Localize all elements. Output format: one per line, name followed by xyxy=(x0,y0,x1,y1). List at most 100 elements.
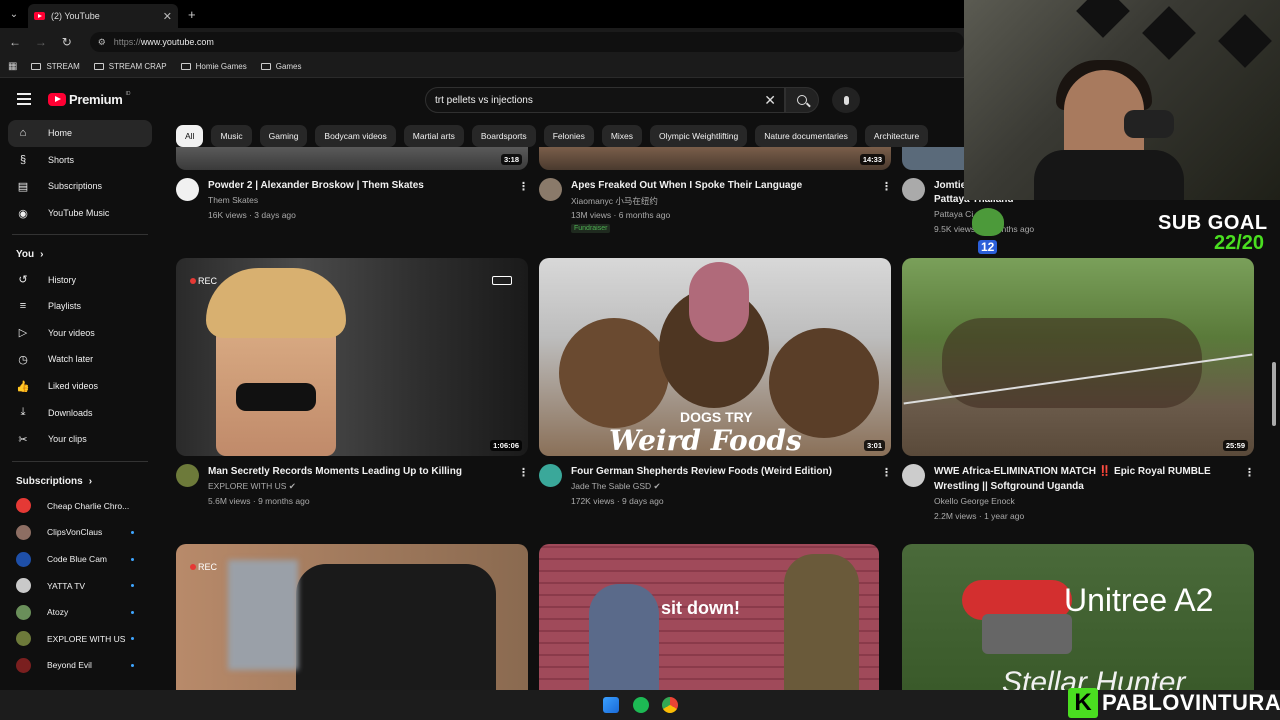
windows-start-icon[interactable] xyxy=(603,697,619,713)
sidebar-item-liked-videos[interactable]: 👍 Liked videos xyxy=(8,373,152,400)
search-button[interactable] xyxy=(785,87,819,113)
filter-chips: All Music Gaming Bodycam videos Martial arts… xyxy=(176,125,964,147)
page-scrollbar[interactable] xyxy=(1272,362,1276,426)
bookmark-games[interactable]: Games xyxy=(260,62,302,71)
subscription-item[interactable]: ClipsVonClaus xyxy=(0,519,160,546)
new-tab-button[interactable]: + xyxy=(188,7,196,22)
spotify-icon[interactable] xyxy=(633,697,649,713)
chip-architecture[interactable]: Architecture xyxy=(864,125,929,147)
video-thumbnail[interactable]: 25:59 xyxy=(902,258,1254,456)
sidebar-item-youtube-music[interactable]: ◉ YouTube Music xyxy=(8,200,152,227)
sidebar-item-playlists[interactable]: ≡ Playlists xyxy=(8,293,152,320)
reload-icon[interactable]: ↻ xyxy=(60,35,74,49)
sidebar-item-history[interactable]: ↺ History xyxy=(8,266,152,293)
channel-name[interactable]: Xiaomanyc 小马在纽约 xyxy=(571,195,658,207)
channel-avatar[interactable] xyxy=(176,178,199,201)
video-thumbnail[interactable]: sit down! xyxy=(539,544,879,690)
channel-avatar[interactable] xyxy=(902,178,925,201)
subscription-item[interactable]: Code Blue Cam xyxy=(0,546,160,573)
video-title[interactable]: Apes Freaked Out When I Spoke Their Lang… xyxy=(571,178,871,193)
video-thumbnail[interactable]: REC 1:06:06 xyxy=(176,258,528,456)
video-thumbnail[interactable] xyxy=(902,147,964,170)
subscription-name: ClipsVonClaus xyxy=(47,527,103,538)
apps-grid-icon[interactable]: ▦ xyxy=(8,61,17,72)
channel-avatar xyxy=(16,631,31,647)
subscription-item[interactable]: Atozy xyxy=(0,599,160,626)
sidebar-item-your-videos[interactable]: ▷ Your videos xyxy=(8,320,152,347)
browser-tab-bar: ⌄ (2) YouTube ✕ + xyxy=(0,0,964,28)
chip-martial-arts[interactable]: Martial arts xyxy=(403,125,464,147)
tab-close-icon[interactable]: ✕ xyxy=(163,10,172,23)
channel-name[interactable]: Pattaya Ci xyxy=(934,209,973,219)
forward-arrow-icon[interactable]: → xyxy=(34,35,48,49)
video-thumbnail[interactable]: 14:33 xyxy=(539,147,891,170)
channel-avatar[interactable] xyxy=(539,464,562,487)
subscription-item[interactable]: Cheap Charlie Chro... xyxy=(0,493,160,520)
sidebar-item-downloads[interactable]: ⤓ Downloads xyxy=(8,399,152,426)
site-info-icon[interactable]: ⚙ xyxy=(98,37,106,48)
voice-search-button[interactable] xyxy=(832,87,860,113)
chip-felonies[interactable]: Felonies xyxy=(543,125,594,147)
menu-icon[interactable] xyxy=(17,93,31,105)
bookmark-homie-games[interactable]: Homie Games xyxy=(180,62,247,71)
chrome-icon[interactable] xyxy=(662,697,678,713)
chip-nature-documentaries[interactable]: Nature documentaries xyxy=(755,125,857,147)
channel-name[interactable]: Jade The Sable GSD ✔ xyxy=(571,481,661,492)
bookmark-stream-crap[interactable]: STREAM CRAP xyxy=(93,62,167,71)
more-options-icon[interactable]: ⋮ xyxy=(518,466,529,479)
video-thumbnail[interactable]: 3:18 xyxy=(176,147,528,170)
channel-avatar[interactable] xyxy=(539,178,562,201)
youtube-premium-logo[interactable]: Premium ID xyxy=(48,91,131,107)
sidebar-item-your-clips[interactable]: ✂ Your clips xyxy=(8,426,152,453)
chip-boardsports[interactable]: Boardsports xyxy=(471,125,536,147)
thumbnail-dog xyxy=(559,318,669,428)
subscription-item[interactable]: EXPLORE WITH US xyxy=(0,626,160,653)
video-duration: 25:59 xyxy=(1222,440,1248,451)
streamer-microphone xyxy=(1124,110,1174,138)
sidebar-subscriptions-heading[interactable]: Subscriptions › xyxy=(0,470,160,493)
search-input[interactable]: trt pellets vs injections ✕ xyxy=(425,87,785,113)
chip-mixes[interactable]: Mixes xyxy=(601,125,643,147)
sidebar-item-subscriptions[interactable]: ▤ Subscriptions xyxy=(8,173,152,200)
rec-indicator: REC xyxy=(198,276,218,286)
chip-bodycam-videos[interactable]: Bodycam videos xyxy=(315,125,396,147)
back-arrow-icon[interactable]: ← xyxy=(8,35,22,49)
sidebar-item-shorts[interactable]: § Shorts xyxy=(8,147,152,174)
video-title[interactable]: Four German Shepherds Review Foods (Weir… xyxy=(571,464,871,479)
sidebar-item-label: Home xyxy=(48,128,73,139)
subscription-item[interactable]: YATTA TV xyxy=(0,572,160,599)
chip-gaming[interactable]: Gaming xyxy=(259,125,308,147)
clear-search-icon[interactable]: ✕ xyxy=(764,92,776,109)
sidebar-item-home[interactable]: ⌂ Home xyxy=(8,120,152,147)
video-title[interactable]: Man Secretly Records Moments Leading Up … xyxy=(208,464,508,479)
channel-avatar[interactable] xyxy=(176,464,199,487)
thumbnail-overlay: sit down! xyxy=(661,598,740,618)
sidebar-item-watch-later[interactable]: ◷ Watch later xyxy=(8,346,152,373)
sidebar-item-label: Your clips xyxy=(48,434,87,445)
channel-name[interactable]: Them Skates xyxy=(208,195,258,205)
video-thumbnail[interactable]: Unitree A2 Stellar Hunter xyxy=(902,544,1254,690)
chip-all[interactable]: All xyxy=(176,125,204,147)
video-thumbnail[interactable]: DOGS TRY Weird Foods 3:01 xyxy=(539,258,891,456)
chip-music[interactable]: Music xyxy=(211,125,252,147)
browser-tab[interactable]: (2) YouTube ✕ xyxy=(28,4,178,28)
acoustic-panel xyxy=(1218,14,1272,68)
more-options-icon[interactable]: ⋮ xyxy=(881,180,892,193)
video-title-line2[interactable]: Wrestling || Softground Uganda xyxy=(934,479,1244,494)
chip-olympic-weightlifting[interactable]: Olympic Weightlifting xyxy=(650,125,748,147)
subscription-name: Cheap Charlie Chro... xyxy=(47,500,130,511)
channel-avatar[interactable] xyxy=(902,464,925,487)
channel-name[interactable]: EXPLORE WITH US ✔ xyxy=(208,481,296,492)
bookmark-stream[interactable]: STREAM xyxy=(31,62,80,71)
more-options-icon[interactable]: ⋮ xyxy=(881,466,892,479)
video-title[interactable]: Powder 2 | Alexander Broskow | Them Skat… xyxy=(208,178,508,193)
subscription-item[interactable]: Beyond Evil xyxy=(0,652,160,679)
sidebar-you-heading[interactable]: You › xyxy=(0,243,160,266)
tab-list-chevron-icon[interactable]: ⌄ xyxy=(0,9,28,20)
video-title-line1[interactable]: WWE Africa-ELIMINATION MATCH ‼️ Epic Roy… xyxy=(934,464,1244,479)
video-thumbnail[interactable]: REC xyxy=(176,544,528,690)
more-options-icon[interactable]: ⋮ xyxy=(1244,466,1255,479)
more-options-icon[interactable]: ⋮ xyxy=(518,180,529,193)
url-field[interactable]: ⚙ https://www.youtube.com xyxy=(89,32,964,52)
channel-name[interactable]: Okello George Enock xyxy=(934,496,1015,506)
